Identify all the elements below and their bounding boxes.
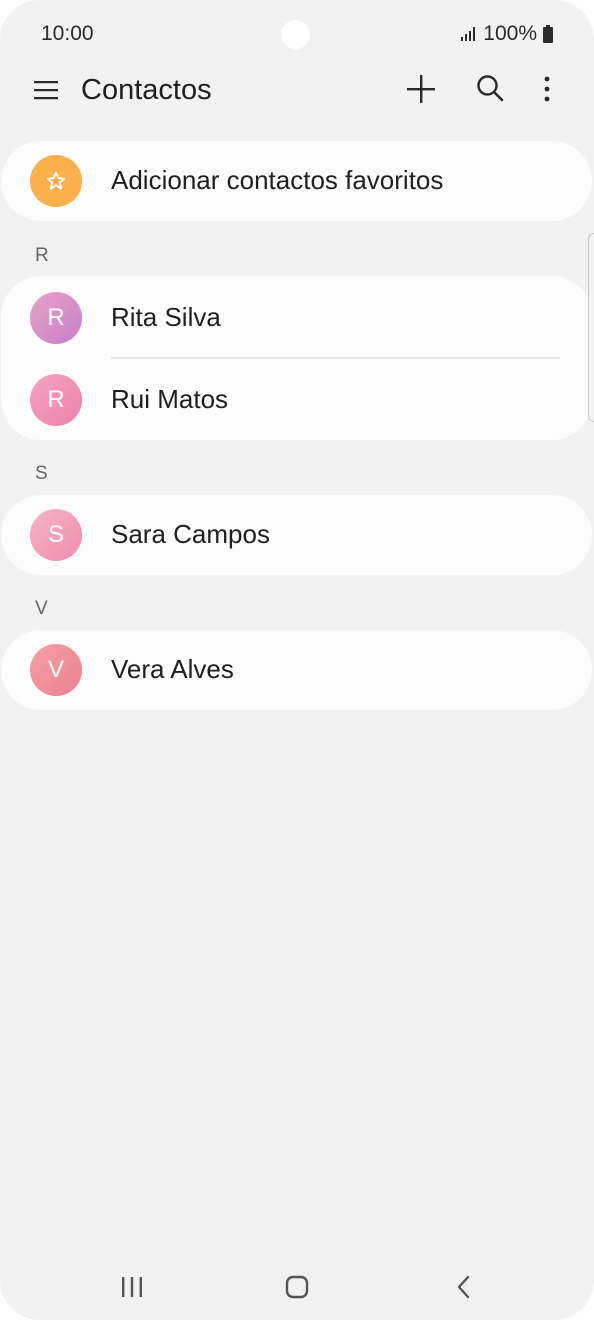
contacts-card-r: R Rita Silva R Rui Matos xyxy=(1,276,592,440)
contact-row[interactable]: R Rui Matos xyxy=(1,360,592,440)
section-header-v: V xyxy=(35,598,48,619)
contact-avatar: R xyxy=(30,292,82,344)
scrollbar-thumb[interactable] xyxy=(588,233,594,422)
back-icon[interactable] xyxy=(449,1272,479,1302)
section-header-s: S xyxy=(35,463,48,484)
app-bar: Contactos xyxy=(0,60,594,120)
battery-percentage: 100% xyxy=(483,22,537,45)
signal-icon xyxy=(461,27,476,41)
menu-icon[interactable] xyxy=(34,78,58,102)
navigation-bar xyxy=(0,1256,594,1316)
contact-name: Vera Alves xyxy=(111,654,234,684)
add-favorites-label: Adicionar contactos favoritos xyxy=(111,165,444,195)
contact-avatar: S xyxy=(30,509,82,561)
battery-icon xyxy=(543,25,553,43)
contacts-card-v: V Vera Alves xyxy=(1,630,592,710)
recent-apps-icon[interactable] xyxy=(117,1272,147,1302)
contact-name: Rui Matos xyxy=(111,384,229,414)
contact-row[interactable]: V Vera Alves xyxy=(1,630,592,710)
contacts-card-s: S Sara Campos xyxy=(1,495,592,575)
phone-screen: 10:00 100% Contactos Adicionar contactos… xyxy=(0,0,594,1320)
status-time: 10:00 xyxy=(41,22,94,45)
search-icon[interactable] xyxy=(476,74,504,102)
home-icon[interactable] xyxy=(282,1272,312,1302)
contact-row[interactable]: R Rita Silva xyxy=(1,278,592,358)
more-options-icon[interactable] xyxy=(536,75,558,103)
star-icon xyxy=(46,171,66,190)
contact-name: Sara Campos xyxy=(111,519,270,549)
contact-avatar: R xyxy=(30,374,82,426)
section-header-r: R xyxy=(35,245,49,266)
contact-name: Rita Silva xyxy=(111,302,221,332)
contact-row[interactable]: S Sara Campos xyxy=(1,495,592,575)
favorites-card: Adicionar contactos favoritos xyxy=(1,141,592,221)
favorites-avatar xyxy=(30,155,82,207)
add-icon[interactable] xyxy=(406,74,436,104)
camera-cutout xyxy=(281,20,310,49)
add-favorites-button[interactable]: Adicionar contactos favoritos xyxy=(1,141,592,221)
page-title: Contactos xyxy=(81,74,212,106)
divider xyxy=(111,357,560,359)
status-indicators: 100% xyxy=(460,22,554,46)
contact-avatar: V xyxy=(30,644,82,696)
